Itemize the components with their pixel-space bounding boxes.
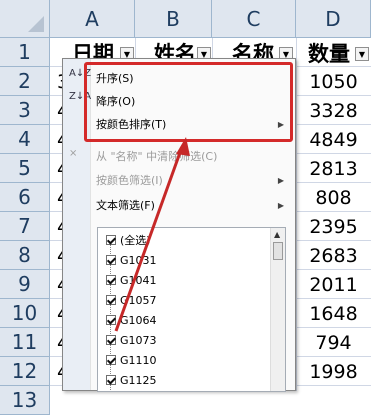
checkbox-icon[interactable]: [106, 335, 116, 345]
checkbox-icon[interactable]: [106, 375, 116, 385]
cell-d10[interactable]: 1648: [296, 299, 371, 328]
cell-d9[interactable]: 2011: [296, 270, 371, 299]
column-header-d[interactable]: D: [296, 0, 371, 38]
row-header-5[interactable]: 5: [0, 154, 50, 183]
row-header-11[interactable]: 11: [0, 328, 50, 357]
checkbox-icon[interactable]: [106, 315, 116, 325]
list-item[interactable]: G1057: [106, 290, 157, 310]
row-header-10[interactable]: 10: [0, 299, 50, 328]
clear-filter-icon: ⨯: [69, 148, 78, 159]
submenu-arrow-icon: ▶: [277, 175, 284, 185]
row-header-12[interactable]: 12: [0, 357, 50, 386]
column-header-c[interactable]: C: [212, 0, 296, 38]
list-item[interactable]: G1125: [106, 370, 157, 390]
cell-d5[interactable]: 2813: [296, 154, 371, 183]
row-header-4[interactable]: 4: [0, 125, 50, 154]
list-item[interactable]: G1031: [106, 250, 157, 270]
list-item-label: G1110: [120, 353, 157, 367]
menu-item-clear-filter[interactable]: 从 "名称" 中清除筛选(C): [96, 145, 286, 167]
cell-d11[interactable]: 794: [296, 328, 371, 357]
list-item-label: G1031: [120, 253, 157, 267]
row-header-8[interactable]: 8: [0, 241, 50, 270]
spreadsheet: A B C D 1 2 3 4 5 6 7 8 9 10 11 12 13 日期…: [0, 0, 371, 415]
list-item[interactable]: G1073: [106, 330, 157, 350]
scroll-up-icon[interactable]: ▲: [274, 230, 280, 239]
select-all-corner[interactable]: [0, 0, 50, 38]
checkbox-icon[interactable]: [106, 275, 116, 285]
list-item-label: G1041: [120, 273, 157, 287]
row-header-1[interactable]: 1: [0, 38, 50, 67]
list-item-label: G1064: [120, 313, 157, 327]
filter-values-list[interactable]: (全选) G1031 G1041 G1057 G1064 G1073 G1110…: [97, 227, 286, 392]
row-header-7[interactable]: 7: [0, 212, 50, 241]
list-item-select-all[interactable]: (全选): [106, 230, 151, 250]
list-item-label: G1073: [120, 333, 157, 347]
cell-d8[interactable]: 2683: [296, 241, 371, 270]
list-item-label: G1057: [120, 293, 157, 307]
cell-d4[interactable]: 4849: [296, 125, 371, 154]
filter-dropdown-d[interactable]: ▼: [355, 47, 369, 61]
row-header-6[interactable]: 6: [0, 183, 50, 212]
menu-item-label: 按颜色筛选(I): [96, 174, 163, 187]
list-item-label: (全选): [120, 234, 151, 247]
cell-d2[interactable]: 1050: [296, 67, 371, 96]
row-header-13[interactable]: 13: [0, 386, 50, 415]
row-header-2[interactable]: 2: [0, 67, 50, 96]
cell-d3[interactable]: 3328: [296, 96, 371, 125]
list-scrollbar[interactable]: ▲: [270, 228, 285, 391]
header-cell-quantity[interactable]: 数量: [308, 38, 350, 67]
checkbox-icon[interactable]: [106, 355, 116, 365]
list-item-label: G1125: [120, 373, 157, 387]
row-header-9[interactable]: 9: [0, 270, 50, 299]
column-header-b[interactable]: B: [135, 0, 212, 38]
menu-item-filter-by-color[interactable]: 按颜色筛选(I) ▶: [96, 169, 286, 191]
cell-d12[interactable]: 1998: [296, 357, 371, 386]
row-header-3[interactable]: 3: [0, 96, 50, 125]
scroll-thumb[interactable]: [273, 242, 283, 260]
menu-item-text-filter[interactable]: 文本筛选(F) ▶: [96, 194, 286, 216]
checkbox-icon[interactable]: [106, 235, 116, 245]
list-item[interactable]: G1110: [106, 350, 157, 370]
checkbox-icon[interactable]: [106, 295, 116, 305]
list-item[interactable]: G1064: [106, 310, 157, 330]
checkbox-icon[interactable]: [106, 255, 116, 265]
cell-d7[interactable]: 2395: [296, 212, 371, 241]
submenu-arrow-icon: ▶: [277, 200, 284, 210]
menu-item-label: 文本筛选(F): [96, 199, 155, 212]
list-item[interactable]: G1041: [106, 270, 157, 290]
column-header-a[interactable]: A: [50, 0, 135, 38]
annotation-highlight-box: [84, 62, 293, 142]
cell-d6[interactable]: 808: [296, 183, 371, 212]
